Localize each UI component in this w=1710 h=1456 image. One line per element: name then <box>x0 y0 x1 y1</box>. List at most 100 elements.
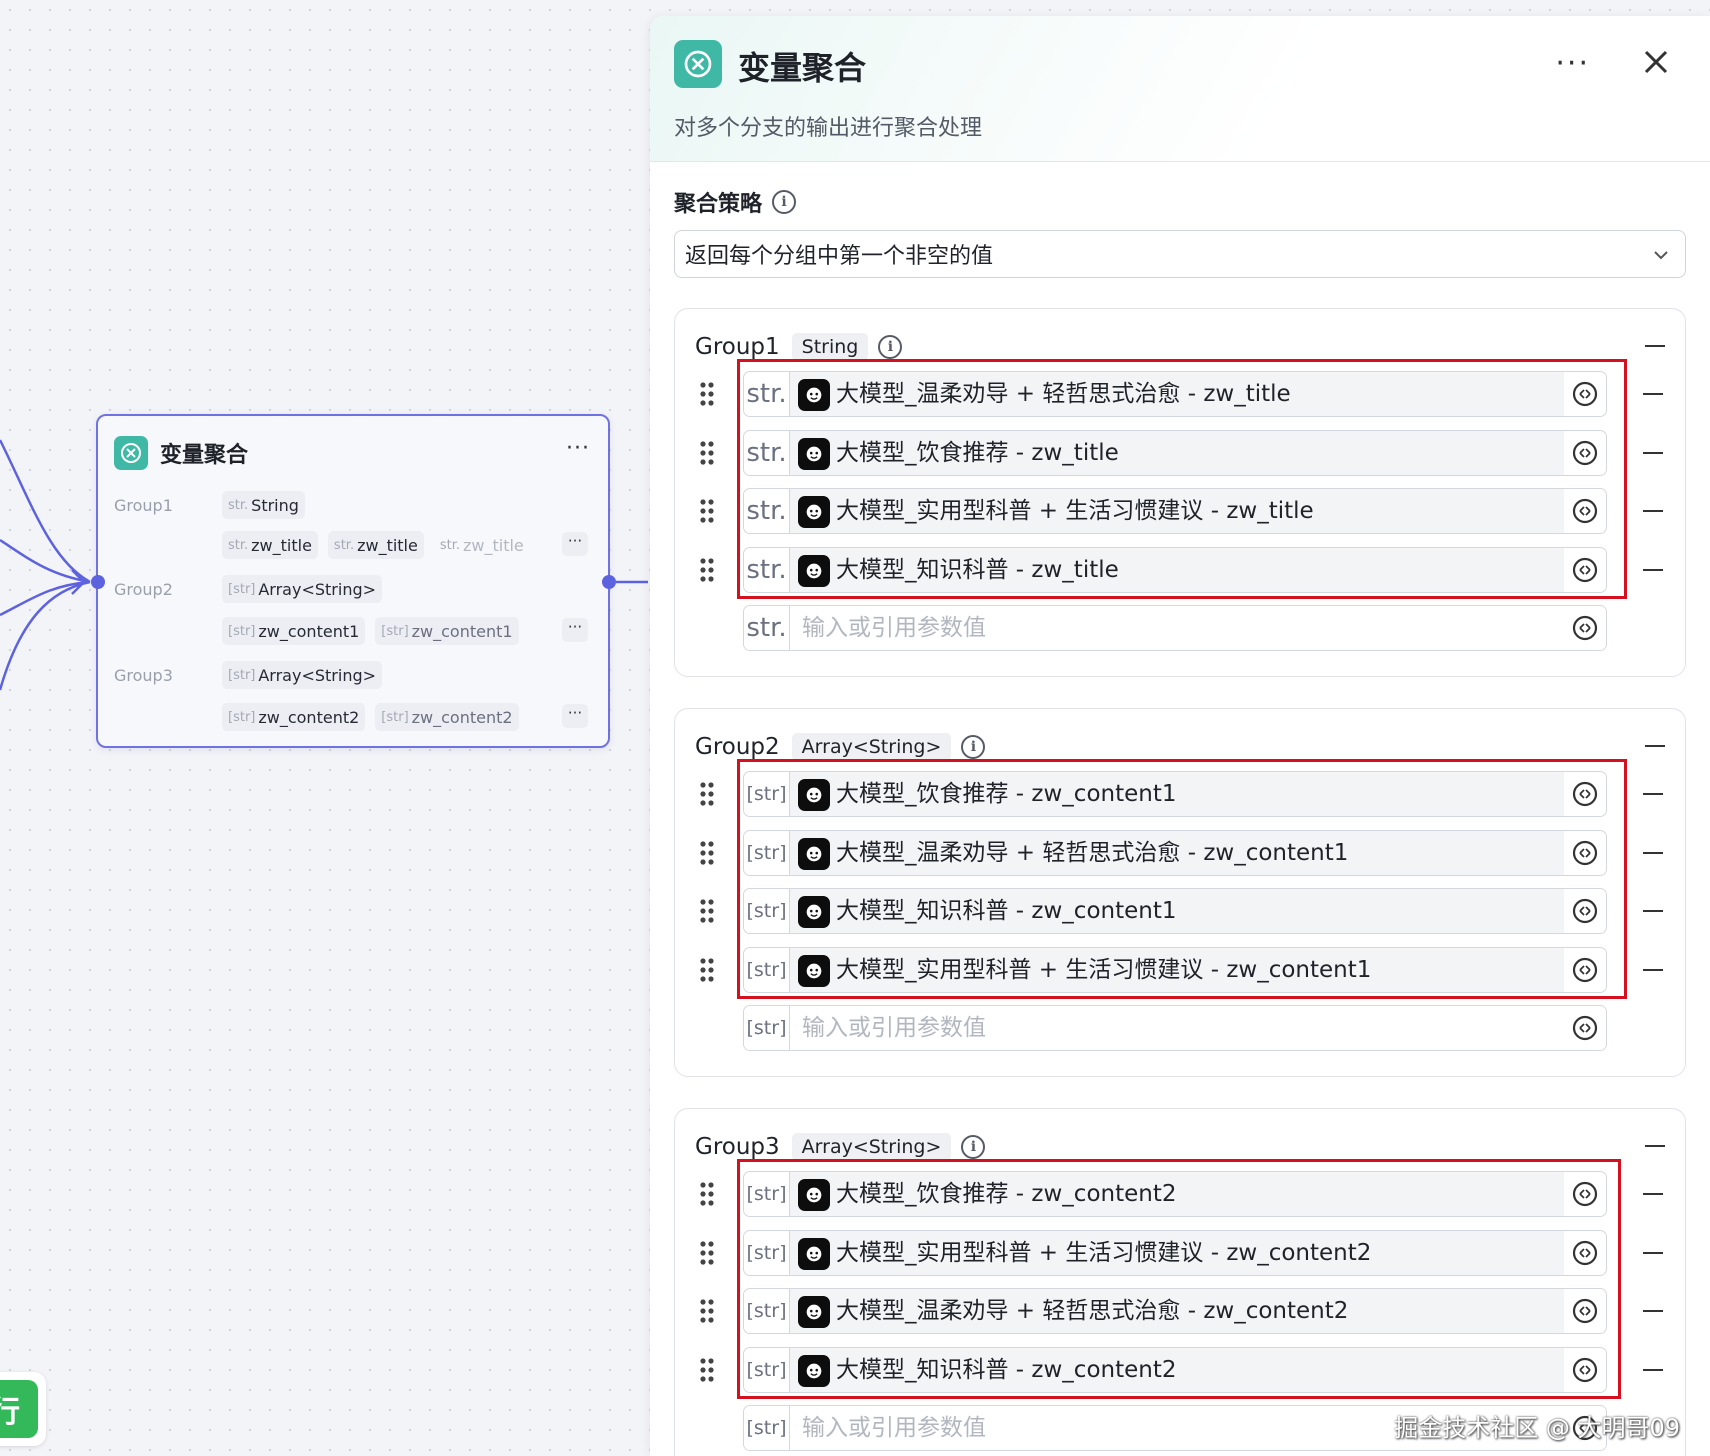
drag-handle-icon[interactable] <box>699 898 715 924</box>
variable-input-placeholder: 输入或引用参数值 <box>802 1415 986 1441</box>
variable-reference-field[interactable]: [str] 大模型_饮食推荐 - zw_content2 <box>743 1171 1607 1217</box>
variable-reference-field[interactable]: str. 大模型_饮食推荐 - zw_title <box>743 429 1607 476</box>
drag-handle-icon[interactable] <box>699 1298 715 1324</box>
reference-icon[interactable] <box>1564 830 1606 875</box>
variable-aggregator-node[interactable]: 变量聚合 ··· Group1 str. String str. zw_title … <box>96 414 610 748</box>
variable-reference-field[interactable]: [str] 大模型_知识科普 - zw_content1 <box>743 888 1607 934</box>
remove-variable-icon[interactable] <box>1643 1251 1663 1254</box>
reference-icon[interactable] <box>1564 1347 1606 1392</box>
run-button[interactable]: 行 <box>0 1372 46 1446</box>
node-group2-row: Group2 [str] Array<String> <box>114 574 392 604</box>
node-group2-items: [str] zw_content1 [str] zw_content1 <box>222 616 529 646</box>
info-icon[interactable]: i <box>772 190 797 214</box>
reference-icon[interactable] <box>1564 1289 1606 1333</box>
drag-handle-icon[interactable] <box>699 1240 715 1266</box>
reference-icon[interactable] <box>1564 489 1606 533</box>
reference-icon[interactable] <box>1564 430 1606 475</box>
reference-icon[interactable] <box>1564 1172 1606 1216</box>
variable-input-field[interactable]: [str] 输入或引用参数值 <box>743 1005 1607 1051</box>
variable-reference-field[interactable]: str. 大模型_实用型科普 + 生活习惯建议 - zw_title <box>743 488 1607 534</box>
node-group1-more-icon[interactable]: ··· <box>562 532 588 556</box>
strategy-select[interactable]: 返回每个分组中第一个非空的值 <box>674 230 1686 278</box>
variable-reference-field[interactable]: [str] 大模型_饮食推荐 - zw_content1 <box>743 771 1607 817</box>
variable-row: [str] 大模型_温柔劝导 + 轻哲思式治愈 - zw_content2 <box>685 1288 1675 1334</box>
remove-variable-icon[interactable] <box>1643 451 1663 454</box>
strategy-select-value: 返回每个分组中第一个非空的值 <box>685 244 994 269</box>
node-output-port[interactable] <box>602 575 616 589</box>
close-icon[interactable] <box>1640 46 1672 78</box>
variable-input-field[interactable]: str. 输入或引用参数值 <box>743 605 1607 651</box>
llm-node-icon <box>798 496 830 528</box>
variable-reference-text: 大模型_温柔劝导 + 轻哲思式治愈 - zw_title <box>836 381 1291 407</box>
info-icon[interactable]: i <box>961 735 986 759</box>
drag-handle-icon[interactable] <box>699 381 715 407</box>
remove-variable-icon[interactable] <box>1643 1193 1663 1195</box>
reference-icon[interactable] <box>1564 606 1606 650</box>
node-group-type-chip: [str] Array<String> <box>222 661 383 689</box>
reference-icon[interactable] <box>1564 547 1606 592</box>
variable-reference-field[interactable]: [str] 大模型_温柔劝导 + 轻哲思式治愈 - zw_content1 <box>743 829 1607 876</box>
drag-handle-icon[interactable] <box>699 840 715 866</box>
remove-variable-icon[interactable] <box>1643 968 1663 971</box>
node-group-type-chip: str. String <box>222 491 305 519</box>
node-var-chip: [str] zw_content2 <box>375 703 519 731</box>
variable-reference-field[interactable]: [str] 大模型_知识科普 - zw_content2 <box>743 1346 1607 1393</box>
variable-reference-text: 大模型_知识科普 - zw_content1 <box>836 898 1177 924</box>
remove-variable-icon[interactable] <box>1643 851 1663 854</box>
remove-group-icon[interactable] <box>1645 745 1665 747</box>
reference-icon[interactable] <box>1564 1006 1606 1050</box>
variable-row-empty: [str] 输入或引用参数值 <box>685 1005 1675 1051</box>
drag-handle-icon[interactable] <box>699 1181 715 1207</box>
reference-icon[interactable] <box>1564 1230 1606 1275</box>
remove-variable-icon[interactable] <box>1643 393 1663 395</box>
node-group-type-chip: [str] Array<String> <box>222 575 383 603</box>
variable-reference-field[interactable]: [str] 大模型_实用型科普 + 生活习惯建议 - zw_content2 <box>743 1229 1607 1276</box>
node-group2-more-icon[interactable]: ··· <box>562 618 588 642</box>
panel-more-icon[interactable]: ··· <box>1555 46 1590 81</box>
remove-variable-icon[interactable] <box>1643 510 1663 512</box>
llm-node-icon <box>798 554 830 587</box>
variable-reference-field[interactable]: str. 大模型_温柔劝导 + 轻哲思式治愈 - zw_title <box>743 371 1607 417</box>
variable-reference-field[interactable]: [str] 大模型_实用型科普 + 生活习惯建议 - zw_content1 <box>743 946 1607 993</box>
type-badge: str. <box>744 489 790 533</box>
variable-reference-field[interactable]: str. 大模型_知识科普 - zw_title <box>743 546 1607 593</box>
variable-row: str. 大模型_知识科普 - zw_title <box>685 546 1675 593</box>
info-icon[interactable]: i <box>961 1135 986 1159</box>
drag-handle-icon[interactable] <box>699 498 715 524</box>
node-group3-more-icon[interactable]: ··· <box>562 704 588 728</box>
llm-node-icon <box>798 779 830 811</box>
info-icon[interactable]: i <box>878 335 903 359</box>
variable-row: [str] 大模型_饮食推荐 - zw_content2 <box>685 1171 1675 1217</box>
reference-icon[interactable] <box>1564 372 1606 416</box>
group-header: Group1 String i <box>695 331 903 363</box>
reference-icon[interactable] <box>1564 947 1606 992</box>
node-var-chip: [str] zw_content1 <box>222 617 366 645</box>
drag-handle-icon[interactable] <box>699 1357 715 1383</box>
reference-icon[interactable] <box>1564 889 1606 933</box>
reference-icon[interactable] <box>1564 772 1606 816</box>
variable-input-placeholder: 输入或引用参数值 <box>802 1015 986 1041</box>
variable-input-placeholder: 输入或引用参数值 <box>802 615 986 641</box>
type-badge: [str] <box>744 1006 790 1050</box>
remove-group-icon[interactable] <box>1645 345 1665 347</box>
variable-reference-field[interactable]: [str] 大模型_温柔劝导 + 轻哲思式治愈 - zw_content2 <box>743 1288 1607 1334</box>
drag-handle-icon[interactable] <box>699 957 715 983</box>
type-badge: [str] <box>744 1347 790 1392</box>
drag-handle-icon[interactable] <box>699 440 715 466</box>
node-input-port[interactable] <box>91 575 105 589</box>
remove-variable-icon[interactable] <box>1643 1368 1663 1371</box>
group-card-3: Group3 Array<String> i [str] 大模型_饮食推荐 - zw_c… <box>674 1108 1686 1456</box>
remove-variable-icon[interactable] <box>1643 1310 1663 1312</box>
drag-handle-icon[interactable] <box>699 557 715 583</box>
remove-variable-icon[interactable] <box>1643 910 1663 912</box>
type-badge: [str] <box>744 1230 790 1275</box>
remove-group-icon[interactable] <box>1645 1145 1665 1147</box>
node-more-icon[interactable]: ··· <box>566 436 590 461</box>
remove-variable-icon[interactable] <box>1643 793 1663 795</box>
variable-reference-text: 大模型_实用型科普 + 生活习惯建议 - zw_content2 <box>836 1239 1372 1266</box>
node-title: 变量聚合 <box>160 443 249 468</box>
drag-handle-icon[interactable] <box>699 781 715 807</box>
node-var-chip: str. zw_title <box>222 531 318 559</box>
remove-variable-icon[interactable] <box>1643 568 1663 571</box>
type-badge: [str] <box>744 772 790 816</box>
